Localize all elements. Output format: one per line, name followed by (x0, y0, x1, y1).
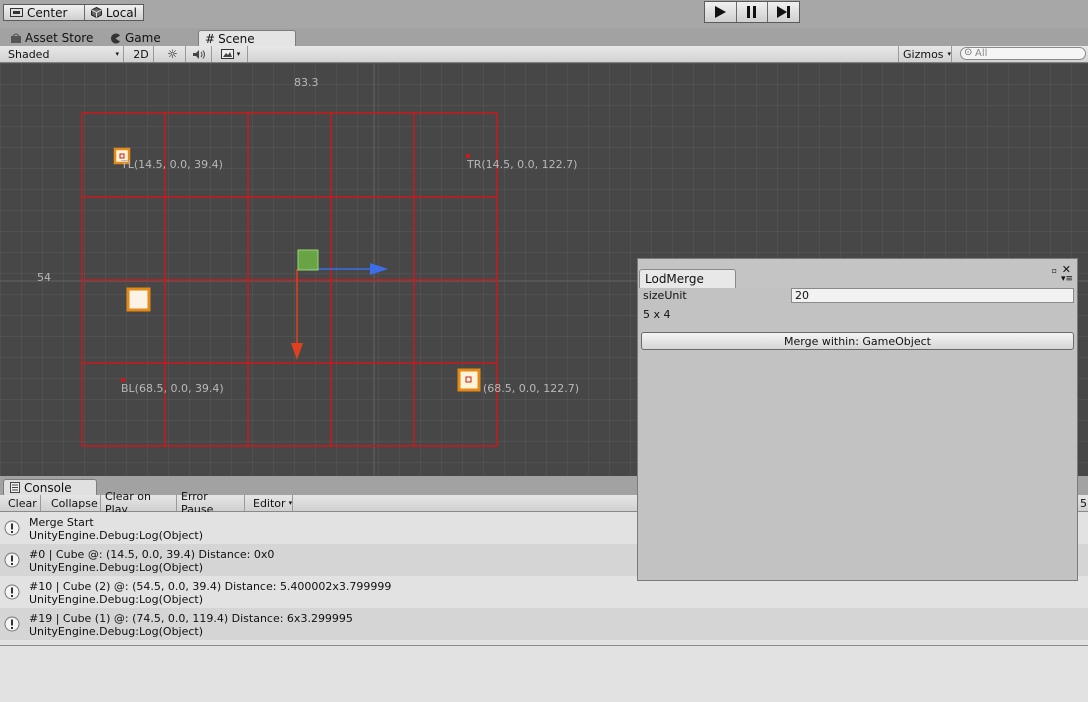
2d-toggle[interactable]: 2D (129, 46, 154, 62)
collapse-label: Collapse (51, 496, 98, 510)
play-button[interactable] (705, 2, 736, 22)
info-icon (4, 520, 20, 536)
log-message: #10 | Cube (2) @: (54.5, 0.0, 39.4) Dist… (29, 580, 392, 593)
dropdown-arrow-icon: ▾ (115, 50, 119, 58)
pause-button[interactable] (735, 2, 768, 22)
clear-button[interactable]: Clear (4, 495, 41, 511)
corner-label-tr: TR(14.5, 0.0, 122.7) (467, 158, 578, 171)
grid-icon: # (205, 31, 216, 46)
editor-dropdown[interactable]: Editor ▾ (249, 495, 293, 511)
effects-dropdown[interactable]: ▾ (214, 46, 248, 62)
pivot-toggle-group: Center Local (3, 4, 144, 21)
tab-console[interactable]: Console (3, 479, 97, 495)
sun-icon: ☼ (167, 47, 178, 61)
grid-size-text: 5 x 4 (643, 308, 671, 321)
tab-label: Asset Store (25, 31, 94, 45)
playback-controls (704, 1, 800, 23)
shopping-bag-icon (11, 33, 21, 43)
maximize-icon[interactable]: ▫ (1052, 266, 1057, 275)
tab-label: Scene (218, 31, 255, 46)
editor-label: Editor (253, 496, 286, 510)
tab-label: Game (125, 31, 161, 45)
step-button[interactable] (767, 2, 799, 22)
dropdown-arrow-icon: ▾ (947, 50, 952, 58)
pivot-label: Center (27, 5, 68, 20)
log-stacktrace: UnityEngine.Debug:Log(Object) (29, 561, 204, 574)
info-icon (4, 616, 20, 632)
dropdown-arrow-icon: ▾ (288, 499, 293, 507)
size-unit-label: sizeUnit (643, 289, 687, 302)
2d-label: 2D (133, 47, 149, 61)
tab-scene[interactable]: # Scene (198, 30, 296, 46)
audio-toggle[interactable] (186, 46, 212, 62)
console-icon (10, 482, 20, 493)
cube-br[interactable] (457, 368, 481, 392)
log-entry[interactable]: #19 | Cube (1) @: (74.5, 0.0, 119.4) Dis… (0, 608, 1088, 640)
pacman-icon (111, 33, 120, 43)
corner-label-br: (68.5, 0.0, 122.7) (483, 382, 580, 395)
view-tabs: Asset Store Game # Scene (0, 28, 1088, 46)
log-stacktrace: UnityEngine.Debug:Log(Object) (29, 529, 204, 542)
gizmos-dropdown[interactable]: Gizmos ▾ (898, 46, 952, 62)
merge-button[interactable]: Merge within: GameObject (641, 332, 1074, 350)
top-dimension-label: 83.3 (294, 76, 319, 89)
corner-label-tl: TL(14.5, 0.0, 39.4) (121, 158, 223, 171)
clear-label: Clear (8, 496, 37, 510)
main-toolbar: Center Local (0, 0, 1088, 28)
log-message: #0 | Cube @: (14.5, 0.0, 39.4) Distance:… (29, 548, 275, 561)
error-pause-button[interactable]: Error Pause (177, 490, 245, 516)
image-icon (220, 49, 234, 59)
draw-mode-label: Shaded (8, 47, 50, 61)
log-message: Merge Start (29, 516, 94, 529)
info-icon (4, 552, 20, 568)
draw-mode-dropdown[interactable]: Shaded ▾ (0, 46, 124, 62)
search-icon: ⊙ (964, 47, 973, 58)
tab-asset-store[interactable]: Asset Store (4, 30, 99, 46)
tab-lodmerge[interactable]: LodMerge (639, 269, 736, 288)
size-unit-field[interactable]: 20 (791, 288, 1074, 303)
search-placeholder: All (975, 48, 988, 59)
lodmerge-content: sizeUnit 20 5 x 4 Merge within: GameObje… (638, 288, 1077, 580)
step-icon (776, 6, 790, 18)
dropdown-arrow-icon: ▾ (236, 50, 241, 58)
menu-icon[interactable]: ▾≡ (1061, 275, 1073, 284)
collapse-button[interactable]: Collapse (47, 495, 101, 511)
lighting-toggle[interactable]: ☼ (160, 46, 186, 62)
pause-icon (747, 6, 756, 18)
log-message: #19 | Cube (1) @: (74.5, 0.0, 119.4) Dis… (29, 612, 353, 625)
corner-label-bl: BL(68.5, 0.0, 39.4) (121, 382, 224, 395)
scene-search-input[interactable]: ⊙ All (960, 47, 1086, 60)
lodmerge-tabbar: LodMerge ▫ ✕ ▾≡ (638, 259, 1077, 288)
rotation-label: Local (105, 5, 137, 20)
tab-game[interactable]: Game (104, 30, 167, 46)
log-stacktrace: UnityEngine.Debug:Log(Object) (29, 593, 204, 606)
clear-on-play-button[interactable]: Clear on Play (101, 490, 177, 516)
tab-label: Console (24, 480, 72, 495)
merge-button-label: Merge within: GameObject (784, 334, 931, 348)
tab-label: LodMerge (645, 272, 704, 286)
rotation-local-button[interactable]: Local (83, 5, 143, 20)
play-icon (715, 6, 727, 18)
left-dimension-label: 54 (37, 271, 51, 284)
log-stacktrace: UnityEngine.Debug:Log(Object) (29, 625, 204, 638)
lodmerge-window: LodMerge ▫ ✕ ▾≡ sizeUnit 20 5 x 4 Merge … (637, 258, 1078, 581)
cube-mid-left[interactable] (126, 287, 151, 312)
detail-divider[interactable] (0, 645, 1088, 646)
log-count[interactable]: 5 (1077, 495, 1088, 511)
cube-icon (90, 7, 102, 18)
scene-toolbar: Shaded ▾ 2D ☼ ▾ Gizmos ▾ ⊙ All (0, 46, 1088, 63)
speaker-icon (192, 49, 205, 59)
log-count-label: 5 (1080, 496, 1087, 510)
gizmos-label: Gizmos (903, 47, 944, 61)
info-icon (4, 584, 20, 600)
pivot-center-button[interactable]: Center (4, 5, 84, 20)
center-icon (10, 8, 23, 17)
